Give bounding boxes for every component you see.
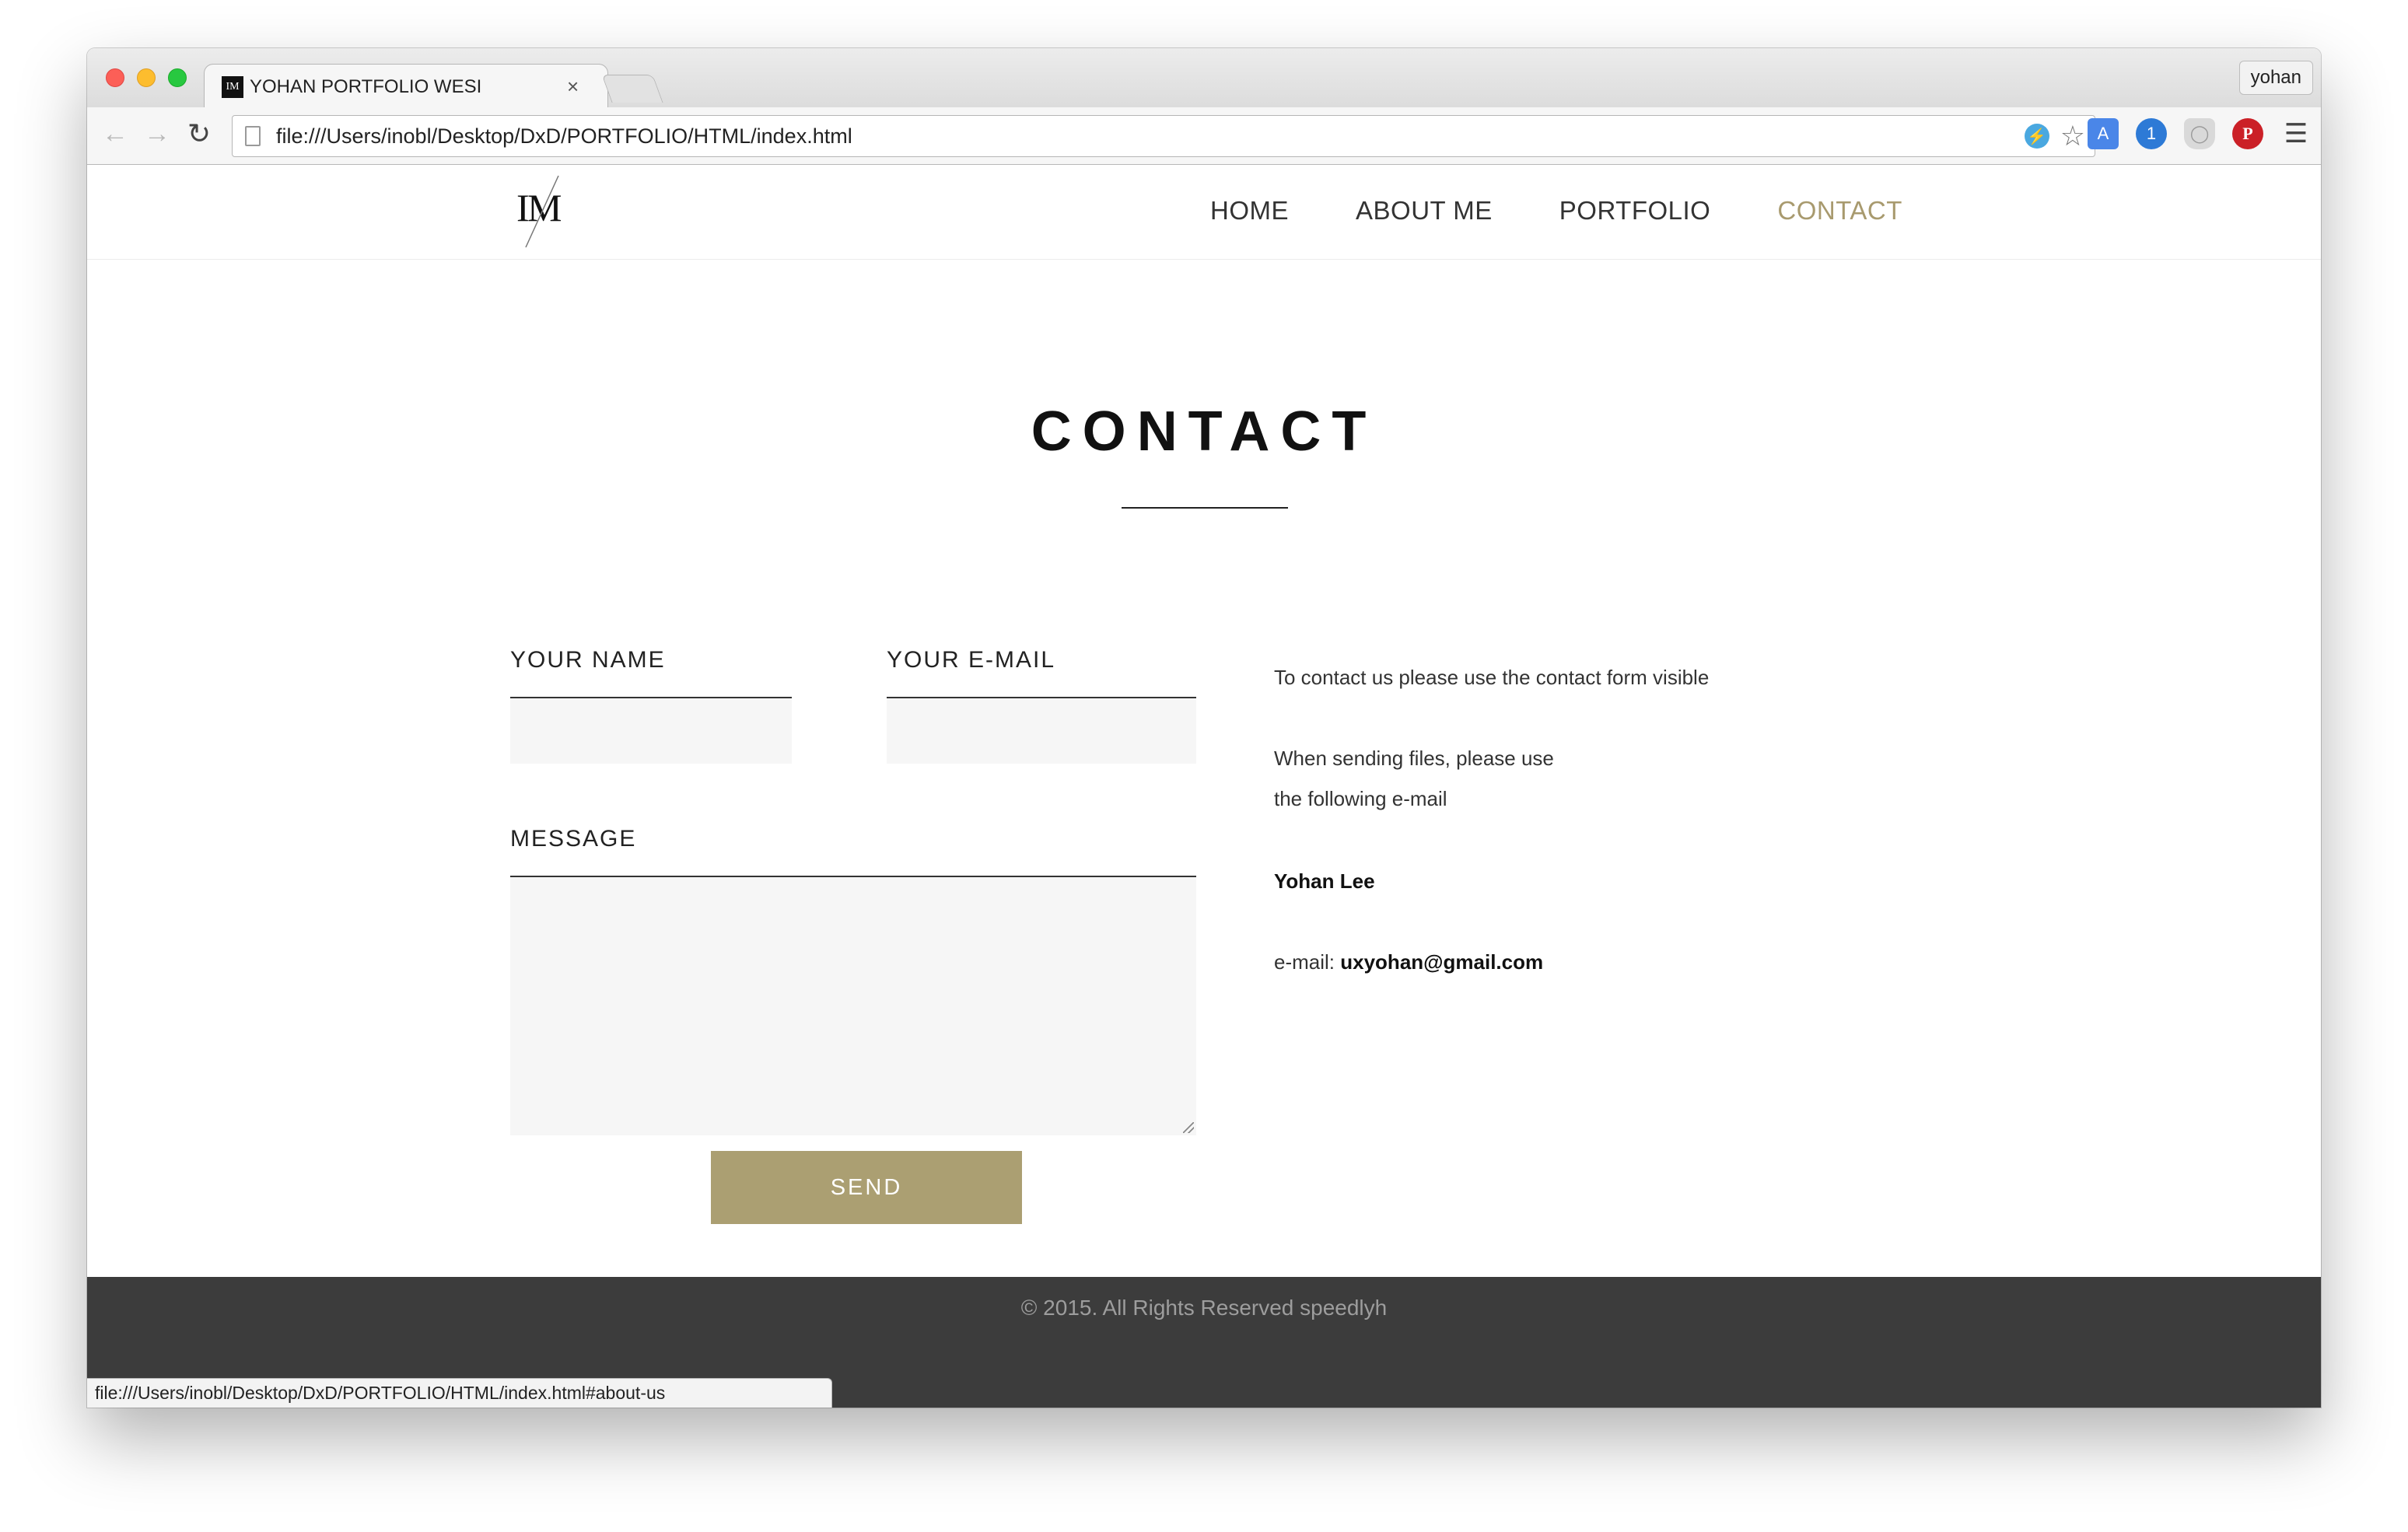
address-bar[interactable]: file:///Users/inobl/Desktop/DxD/PORTFOLI… <box>232 115 2095 157</box>
nav-link-home[interactable]: HOME <box>1210 196 1289 226</box>
nav-link-portfolio[interactable]: PORTFOLIO <box>1559 196 1711 226</box>
message-label: MESSAGE <box>510 826 637 852</box>
page-title: CONTACT <box>1031 400 1377 463</box>
web-page: I M HOME ABOUT ME PORTFOLIO CONTACT CONT… <box>87 165 2321 1408</box>
close-window-button[interactable] <box>106 68 124 87</box>
email-link[interactable]: uxyohan@gmail.com <box>1340 950 1543 974</box>
name-input[interactable] <box>510 697 792 764</box>
shield-icon[interactable]: ◯ <box>2184 118 2215 149</box>
tab-title: YOHAN PORTFOLIO WESI <box>250 75 482 97</box>
profile-button[interactable]: yohan <box>2238 61 2313 95</box>
message-textarea[interactable] <box>510 876 1196 1135</box>
new-tab-button[interactable] <box>601 75 663 103</box>
browser-window: IM YOHAN PORTFOLIO WESI × yohan ← → ↻ fi… <box>87 48 2321 1408</box>
translate-icon[interactable]: A <box>2088 118 2119 149</box>
copyright-text: © 2015. All Rights Reserved speedlyh <box>1020 1296 1388 1320</box>
favicon-icon: IM <box>222 75 243 98</box>
back-arrow-icon[interactable]: ← <box>100 118 131 149</box>
contact-email-line: e-mail: uxyohan@gmail.com <box>1274 950 1543 974</box>
browser-tab[interactable]: IM YOHAN PORTFOLIO WESI × <box>204 64 608 109</box>
contact-info-line: the following e-mail <box>1274 787 1447 810</box>
address-url[interactable]: file:///Users/inobl/Desktop/DxD/PORTFOLI… <box>276 124 852 149</box>
svg-text:M: M <box>527 186 562 229</box>
nav-link-contact[interactable]: CONTACT <box>1777 196 1902 226</box>
site-logo[interactable]: I M <box>513 173 568 250</box>
zoom-window-button[interactable] <box>168 68 187 87</box>
browser-toolbar: ← → ↻ file:///Users/inobl/Desktop/DxD/PO… <box>87 107 2321 165</box>
email-input[interactable] <box>887 697 1196 764</box>
page-icon <box>245 126 261 146</box>
minimize-window-button[interactable] <box>137 68 156 87</box>
name-label: YOUR NAME <box>510 647 666 673</box>
email-prefix: e-mail: <box>1274 950 1335 974</box>
nav-link-about-me[interactable]: ABOUT ME <box>1356 196 1493 226</box>
pinterest-icon[interactable]: P <box>2232 118 2263 149</box>
reload-icon[interactable]: ↻ <box>184 117 215 149</box>
forward-arrow-icon[interactable]: → <box>142 118 173 149</box>
site-header: I M HOME ABOUT ME PORTFOLIO CONTACT <box>87 165 2321 260</box>
onepassword-icon[interactable]: 1 <box>2136 118 2167 149</box>
tab-close-icon[interactable]: × <box>567 75 579 99</box>
extensions-bar: A 1 ◯ P ☰ <box>2070 118 2312 149</box>
site-nav: HOME ABOUT ME PORTFOLIO CONTACT <box>1210 196 1902 226</box>
title-divider <box>1122 507 1288 509</box>
contact-name: Yohan Lee <box>1274 869 1375 893</box>
status-bar-url: file:///Users/inobl/Desktop/DxD/PORTFOLI… <box>87 1378 832 1408</box>
contact-info-line: To contact us please use the contact for… <box>1274 666 1710 689</box>
send-button[interactable]: SEND <box>711 1151 1022 1224</box>
title-bar: IM YOHAN PORTFOLIO WESI × yohan <box>87 48 2321 109</box>
menu-icon[interactable]: ☰ <box>2280 118 2312 149</box>
site-footer: © 2015. All Rights Reserved speedlyh fil… <box>87 1277 2321 1408</box>
email-label: YOUR E-MAIL <box>887 647 1056 673</box>
contact-info-line: When sending files, please use <box>1274 747 1554 770</box>
bolt-icon[interactable]: ⚡ <box>2024 124 2049 149</box>
